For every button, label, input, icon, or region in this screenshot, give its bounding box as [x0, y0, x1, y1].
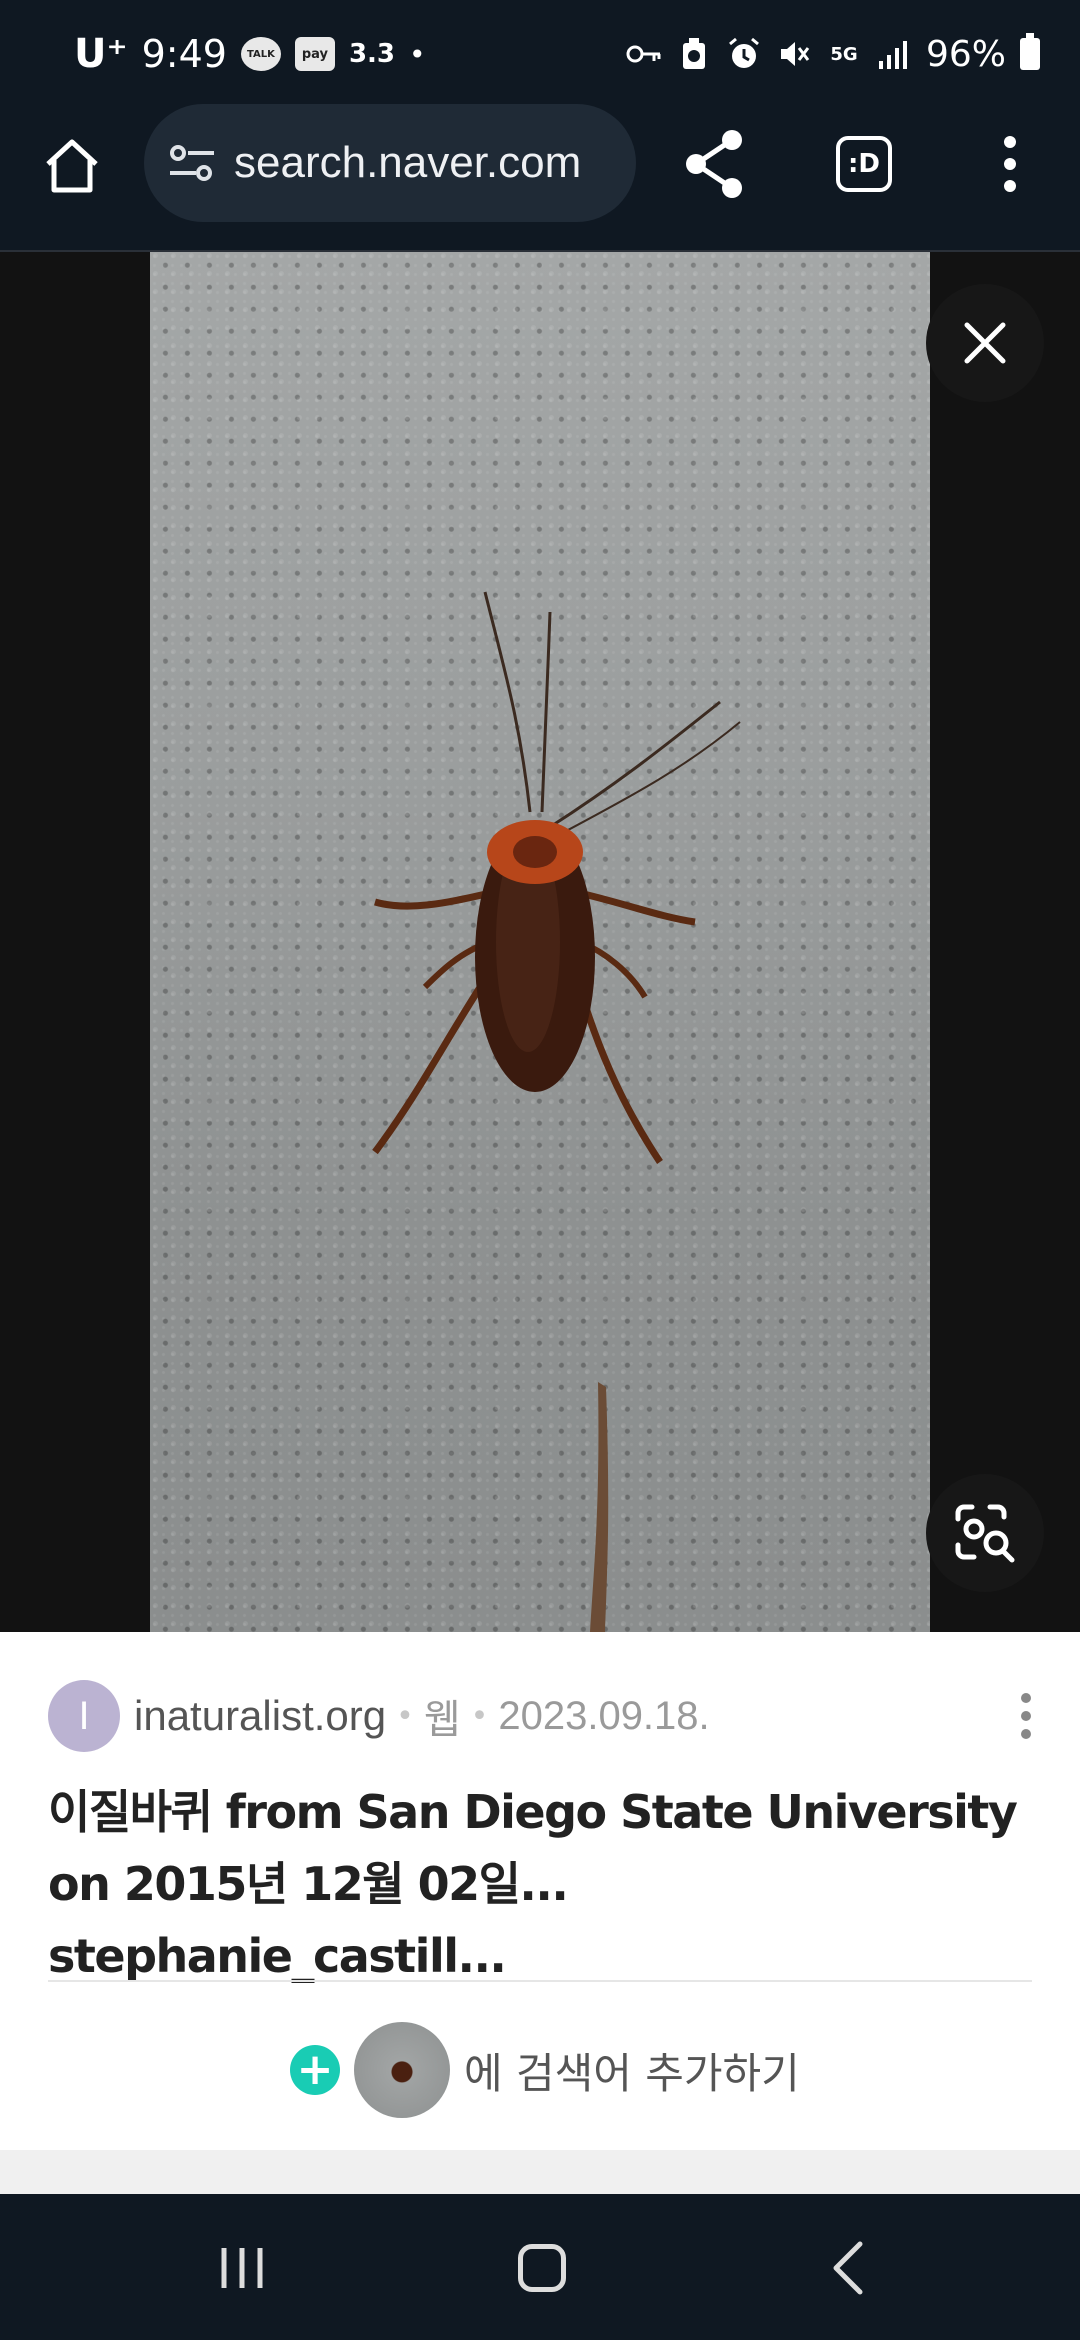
source-type: 웹	[423, 1698, 461, 1742]
more-vert-icon	[1004, 136, 1016, 192]
add-search-term-button[interactable]: + 에 검색어 추가하기	[290, 2020, 800, 2120]
more-menu-button[interactable]	[986, 134, 1034, 194]
mute-icon	[776, 36, 812, 72]
result-more-button[interactable]	[1014, 1690, 1038, 1742]
lens-search-button[interactable]	[926, 1474, 1044, 1592]
share-button[interactable]	[682, 128, 746, 200]
result-card: I inaturalist.org • 웹 • 2023.09.18. 이질바퀴…	[0, 1632, 1080, 2150]
more-vert-icon	[1021, 1693, 1031, 1739]
tabs-icon: :D	[848, 149, 880, 179]
battery-percent: 96%	[925, 33, 1006, 75]
source-date: 2023.09.18.	[498, 1693, 710, 1738]
status-bar: U⁺ 9:49 TALK pay 3.3 • 5G 96%	[0, 0, 1080, 104]
cockroach-photo[interactable]	[150, 252, 930, 1632]
alarm-icon	[726, 36, 762, 72]
recycle-icon	[676, 36, 712, 72]
key-icon	[626, 36, 662, 72]
tune-icon[interactable]	[166, 137, 218, 189]
image-viewer[interactable]	[0, 252, 1080, 1632]
system-nav-bar	[0, 2194, 1080, 2340]
home-button[interactable]	[40, 134, 104, 198]
tabs-button[interactable]: :D	[836, 136, 892, 192]
source-site[interactable]: inaturalist.org	[134, 1692, 386, 1740]
close-viewer-button[interactable]	[926, 284, 1044, 402]
source-avatar: I	[48, 1680, 120, 1752]
image-thumbnail	[354, 2022, 450, 2118]
section-gap	[0, 2150, 1080, 2194]
separator-dot: •	[470, 1698, 489, 1734]
signal-icon	[876, 36, 912, 72]
source-row[interactable]: I inaturalist.org • 웹 • 2023.09.18.	[48, 1680, 1038, 1752]
home-icon	[46, 139, 98, 193]
recents-icon	[221, 2248, 263, 2288]
carrier-label: U⁺	[74, 31, 128, 77]
kakaotalk-icon: TALK	[240, 37, 281, 71]
back-icon	[833, 2241, 863, 2295]
close-icon	[964, 322, 1006, 364]
battery-icon	[1020, 33, 1040, 70]
separator-dot: •	[396, 1698, 414, 1734]
pay-icon: pay	[294, 37, 335, 71]
status-left: U⁺ 9:49 TALK pay 3.3 •	[74, 26, 426, 82]
status-right: 5G 96%	[626, 26, 1040, 82]
browser-toolbar: search.naver.com :D	[0, 104, 1080, 252]
divider	[48, 1980, 1032, 1982]
share-icon	[686, 130, 742, 198]
result-title[interactable]: 이질바퀴 from San Diego State University on …	[48, 1776, 1038, 1992]
nav-home-icon[interactable]	[518, 2244, 566, 2292]
back-button[interactable]	[830, 2240, 866, 2296]
plus-icon: +	[290, 2045, 340, 2095]
lens-search-icon	[955, 1504, 1015, 1563]
recents-button[interactable]	[218, 2246, 266, 2290]
url-text[interactable]: search.naver.com	[234, 138, 581, 188]
network-5g-icon: 5G	[830, 43, 858, 65]
clock: 9:49	[141, 32, 227, 76]
notification-dot: •	[409, 37, 426, 71]
cockroach-illustration	[372, 591, 741, 1632]
address-bar[interactable]: search.naver.com	[144, 104, 636, 222]
add-search-term-label: 에 검색어 추가하기	[464, 2048, 800, 2098]
temperature-label: 3.3	[348, 39, 395, 69]
